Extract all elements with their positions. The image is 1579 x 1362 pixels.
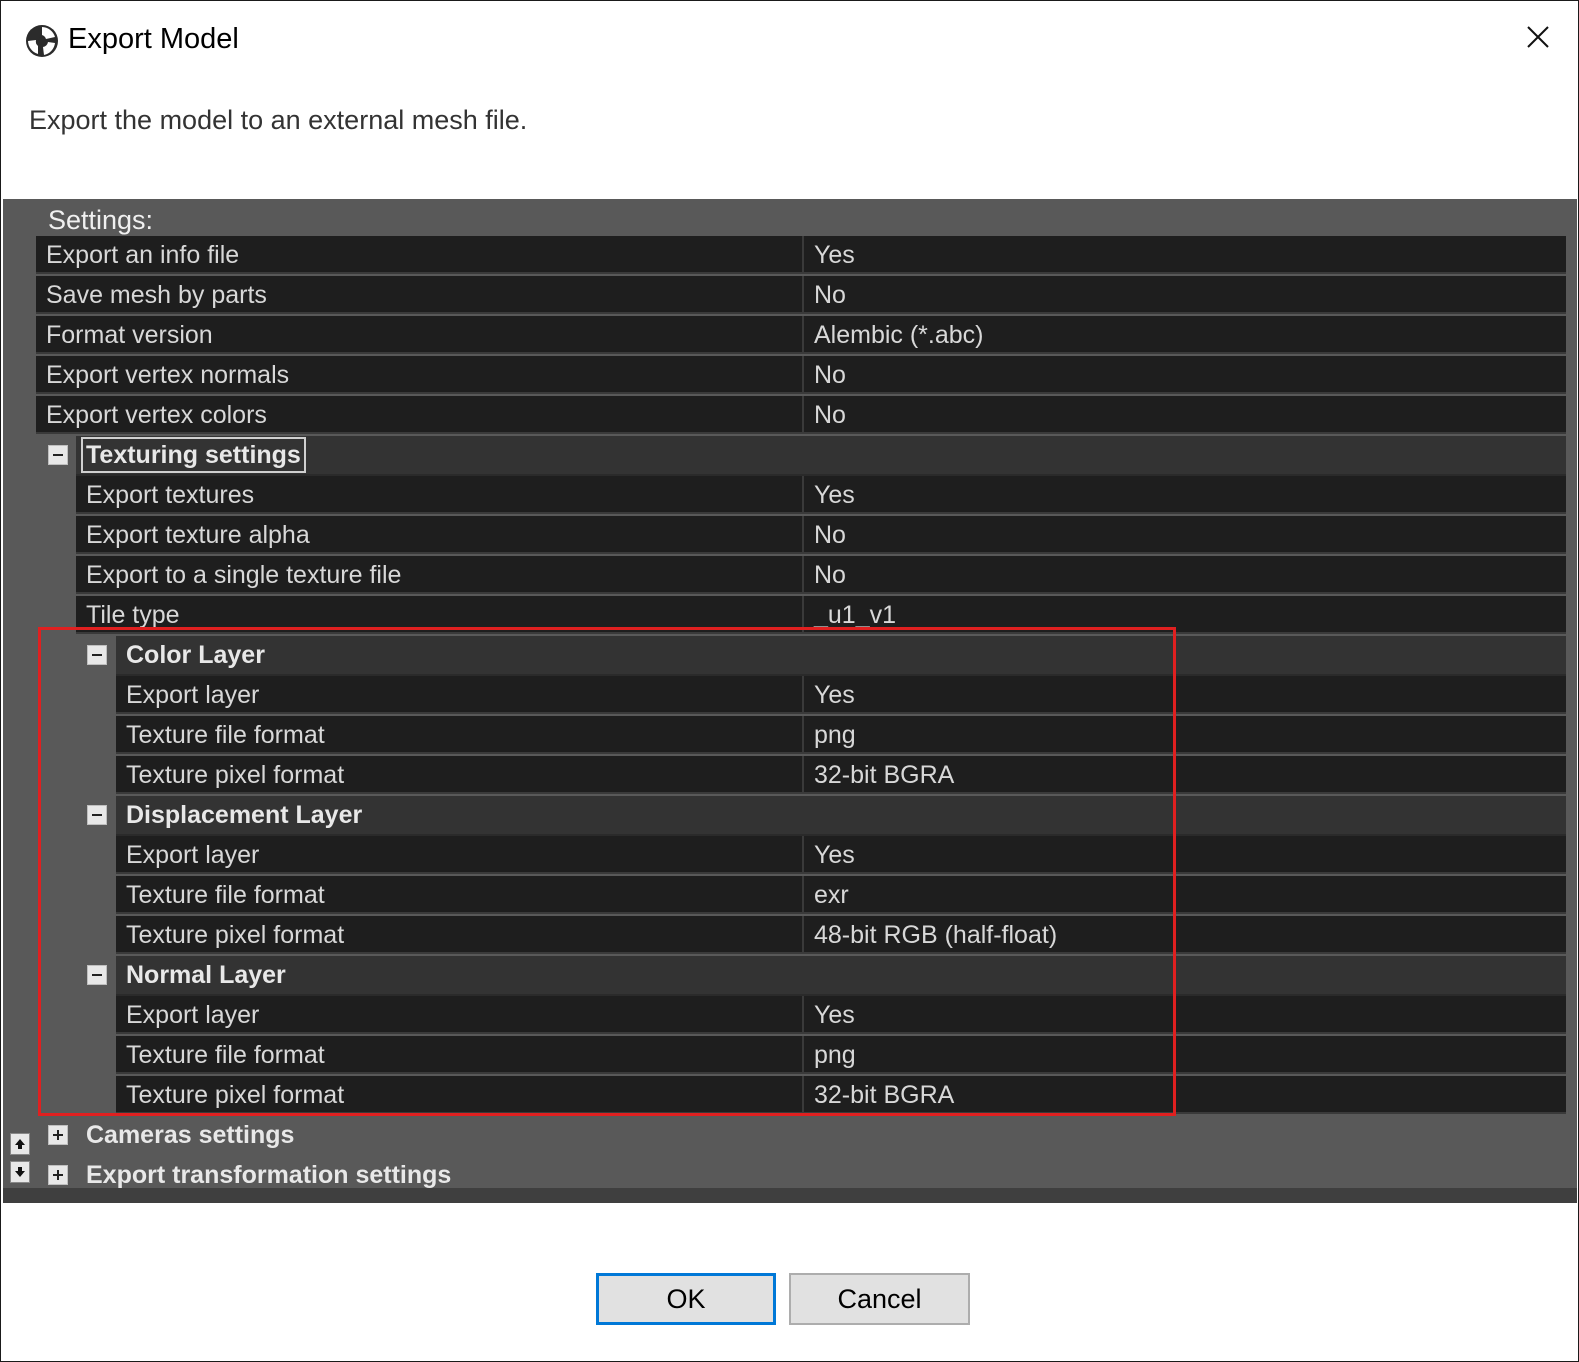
property-row[interactable]: Export vertex normals No	[36, 356, 1566, 396]
category-cameras-settings[interactable]: Cameras settings	[36, 1116, 1566, 1156]
property-label: Export vertex colors	[36, 396, 802, 434]
property-label: Texture file format	[116, 716, 802, 754]
minus-icon[interactable]	[48, 445, 68, 465]
property-value[interactable]: exr	[802, 876, 1566, 914]
category-label[interactable]: Texturing settings	[81, 437, 306, 473]
grid-left-gutter	[3, 236, 36, 1188]
property-value[interactable]: No	[802, 516, 1566, 554]
property-label: Tile type	[76, 596, 802, 634]
property-row[interactable]: Export an info file Yes	[36, 236, 1566, 276]
property-value[interactable]: png	[802, 716, 1566, 754]
property-label: Texture pixel format	[116, 1076, 802, 1114]
category-color-layer[interactable]: Color Layer	[36, 636, 1566, 676]
property-row[interactable]: Texture pixel format 32-bit BGRA	[36, 1076, 1566, 1116]
property-row[interactable]: Texture pixel format 32-bit BGRA	[36, 756, 1566, 796]
property-value[interactable]: Alembic (*.abc)	[802, 316, 1566, 354]
property-label: Export to a single texture file	[76, 556, 802, 594]
property-label: Texture pixel format	[116, 916, 802, 954]
property-value[interactable]: No	[802, 276, 1566, 314]
property-row[interactable]: Export layer Yes	[36, 836, 1566, 876]
category-displacement-layer[interactable]: Displacement Layer	[36, 796, 1566, 836]
scroll-down-icon[interactable]	[10, 1161, 30, 1183]
cancel-button[interactable]: Cancel	[789, 1273, 970, 1325]
property-row[interactable]: Export vertex colors No	[36, 396, 1566, 436]
property-value[interactable]: No	[802, 396, 1566, 434]
property-row[interactable]: Texture pixel format 48-bit RGB (half-fl…	[36, 916, 1566, 956]
property-label: Export layer	[116, 676, 802, 714]
category-label[interactable]: Cameras settings	[86, 1116, 294, 1154]
property-row[interactable]: Save mesh by parts No	[36, 276, 1566, 316]
property-row[interactable]: Export layer Yes	[36, 676, 1566, 716]
property-value[interactable]: Yes	[802, 676, 1566, 714]
property-value[interactable]: No	[802, 356, 1566, 394]
plus-icon[interactable]	[48, 1165, 68, 1185]
ok-button[interactable]: OK	[596, 1273, 776, 1325]
property-value[interactable]: png	[802, 1036, 1566, 1074]
close-icon[interactable]	[1526, 25, 1550, 54]
category-label[interactable]: Displacement Layer	[126, 796, 362, 834]
property-label: Texture file format	[116, 1036, 802, 1074]
panel-bottom-border	[3, 1188, 1577, 1203]
category-label[interactable]: Normal Layer	[126, 956, 286, 994]
property-label: Export an info file	[36, 236, 802, 274]
property-label: Export layer	[116, 996, 802, 1034]
property-row[interactable]: Export to a single texture file No	[36, 556, 1566, 596]
property-label: Export layer	[116, 836, 802, 874]
property-value[interactable]: 32-bit BGRA	[802, 756, 1566, 794]
title-bar: Export Model	[1, 1, 1578, 81]
property-label: Texture file format	[116, 876, 802, 914]
property-value[interactable]: Yes	[802, 236, 1566, 274]
minus-icon[interactable]	[87, 645, 107, 665]
property-value[interactable]: Yes	[802, 476, 1566, 514]
property-row[interactable]: Texture file format png	[36, 1036, 1566, 1076]
window-title: Export Model	[68, 23, 239, 55]
property-row[interactable]: Texture file format png	[36, 716, 1566, 756]
property-label: Export texture alpha	[76, 516, 802, 554]
minus-icon[interactable]	[87, 965, 107, 985]
property-row[interactable]: Export textures Yes	[36, 476, 1566, 516]
property-row[interactable]: Format version Alembic (*.abc)	[36, 316, 1566, 356]
category-normal-layer[interactable]: Normal Layer	[36, 956, 1566, 996]
property-value[interactable]: No	[802, 556, 1566, 594]
property-label: Format version	[36, 316, 802, 354]
plus-icon[interactable]	[48, 1125, 68, 1145]
app-logo-icon	[24, 23, 60, 59]
property-label: Export vertex normals	[36, 356, 802, 394]
category-label[interactable]: Color Layer	[126, 636, 265, 674]
property-label: Export textures	[76, 476, 802, 514]
property-row[interactable]: Export texture alpha No	[36, 516, 1566, 556]
property-value[interactable]: _u1_v1	[802, 596, 1566, 634]
close-button[interactable]	[1518, 19, 1558, 59]
property-label: Texture pixel format	[116, 756, 802, 794]
minus-icon[interactable]	[87, 805, 107, 825]
property-value[interactable]: Yes	[802, 836, 1566, 874]
property-row[interactable]: Tile type _u1_v1	[36, 596, 1566, 636]
property-label: Save mesh by parts	[36, 276, 802, 314]
scroll-up-icon[interactable]	[10, 1133, 30, 1155]
property-value[interactable]: 48-bit RGB (half-float)	[802, 916, 1566, 954]
property-value[interactable]: 32-bit BGRA	[802, 1076, 1566, 1114]
property-row[interactable]: Export layer Yes	[36, 996, 1566, 1036]
property-grid: Export an info file Yes Save mesh by par…	[36, 236, 1566, 1196]
dialog-description: Export the model to an external mesh fil…	[29, 105, 528, 135]
property-row[interactable]: Texture file format exr	[36, 876, 1566, 916]
settings-header: Settings:	[48, 205, 154, 235]
property-value[interactable]: Yes	[802, 996, 1566, 1034]
category-texturing-settings[interactable]: Texturing settings	[36, 436, 1566, 476]
